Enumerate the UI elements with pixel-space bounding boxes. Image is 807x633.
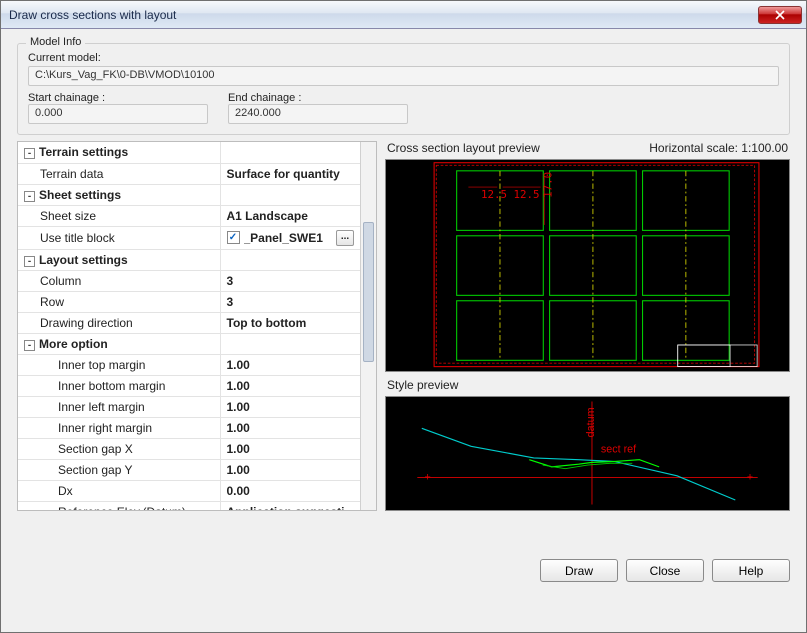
model-info-legend: Model Info [26,36,85,48]
inner-bottom-margin-value[interactable]: 1.00 [220,375,360,396]
use-title-block-checkbox[interactable]: ✓ [227,231,240,244]
drawing-direction-label[interactable]: Drawing direction [18,312,220,333]
sheet-size-label[interactable]: Sheet size [18,205,220,226]
collapse-icon[interactable]: - [24,148,35,159]
window-close-button[interactable] [758,6,802,24]
svg-text:datum: datum [585,408,597,438]
current-model-label: Current model: [28,52,779,64]
layout-settings-header: Layout settings [39,253,128,267]
inner-left-margin-value[interactable]: 1.00 [220,396,360,417]
collapse-icon[interactable]: - [24,191,35,202]
terrain-data-label[interactable]: Terrain data [18,163,220,184]
settings-scrollbar[interactable] [360,142,376,510]
dialog-window: Draw cross sections with layout Model In… [0,0,807,633]
column-value[interactable]: 3 [220,270,360,291]
layout-preview-canvas[interactable]: 12.5 12.5 17.0 [385,159,790,372]
inner-bottom-margin-label[interactable]: Inner bottom margin [18,375,220,396]
collapse-icon[interactable]: - [24,340,35,351]
section-gap-x-value[interactable]: 1.00 [220,438,360,459]
dim-text: 12.5 [481,188,507,201]
scrollbar-thumb[interactable] [363,222,374,362]
help-button[interactable]: Help [712,559,790,582]
inner-top-margin-value[interactable]: 1.00 [220,354,360,375]
drawing-direction-value[interactable]: Top to bottom [220,312,360,333]
inner-right-margin-label[interactable]: Inner right margin [18,417,220,438]
draw-button[interactable]: Draw [540,559,618,582]
style-preview-canvas[interactable]: + + datum sect ref [385,396,790,511]
end-chainage-field: 2240.000 [228,104,408,124]
dim-text: 17.0 [541,172,554,198]
use-title-block-value: _Panel_SWE1 [244,231,333,245]
row-value[interactable]: 3 [220,291,360,312]
section-gap-x-label[interactable]: Section gap X [18,438,220,459]
settings-tree: -Terrain settings Terrain dataSurface fo… [17,141,377,511]
close-button[interactable]: Close [626,559,704,582]
model-info-group: Model Info Current model: C:\Kurs_Vag_FK… [17,43,790,135]
client-area: Model Info Current model: C:\Kurs_Vag_FK… [1,29,806,632]
reference-elev-label[interactable]: Reference Elev.(Datum) [18,501,220,510]
row-label[interactable]: Row [18,291,220,312]
use-title-block-label[interactable]: Use title block [18,226,220,249]
style-preview-label: Style preview [387,378,458,392]
dx-value[interactable]: 0.00 [220,480,360,501]
svg-text:sect ref: sect ref [601,444,636,456]
terrain-data-value[interactable]: Surface for quantity [220,163,360,184]
start-chainage-label: Start chainage : [28,92,208,104]
title-bar[interactable]: Draw cross sections with layout [1,1,806,29]
inner-right-margin-value[interactable]: 1.00 [220,417,360,438]
browse-title-block-button[interactable]: ... [336,230,354,246]
svg-text:+: + [747,471,753,483]
layout-preview-label: Cross section layout preview [387,141,540,155]
current-model-field: C:\Kurs_Vag_FK\0-DB\VMOD\10100 [28,66,779,86]
start-chainage-field: 0.000 [28,104,208,124]
svg-text:+: + [424,471,430,483]
section-gap-y-label[interactable]: Section gap Y [18,459,220,480]
reference-elev-value[interactable]: Application suggesti [220,501,360,510]
dim-text: 12.5 [514,188,540,201]
end-chainage-label: End chainage : [228,92,408,104]
terrain-settings-header: Terrain settings [39,145,128,159]
sheet-settings-header: Sheet settings [39,188,121,202]
inner-left-margin-label[interactable]: Inner left margin [18,396,220,417]
collapse-icon[interactable]: - [24,256,35,267]
sheet-size-value[interactable]: A1 Landscape [220,205,360,226]
horizontal-scale-label: Horizontal scale: 1:100.00 [649,141,788,155]
dx-label[interactable]: Dx [18,480,220,501]
close-icon [775,10,785,20]
settings-grid[interactable]: -Terrain settings Terrain dataSurface fo… [18,142,360,510]
section-gap-y-value[interactable]: 1.00 [220,459,360,480]
column-label[interactable]: Column [18,270,220,291]
inner-top-margin-label[interactable]: Inner top margin [18,354,220,375]
dialog-button-row: Draw Close Help [17,559,790,582]
more-option-header: More option [39,337,108,351]
window-title: Draw cross sections with layout [9,8,758,22]
